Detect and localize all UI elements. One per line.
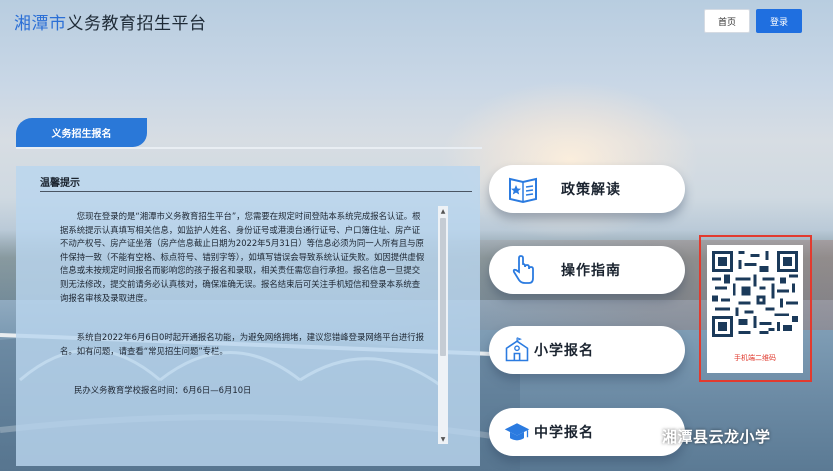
notice-paragraph: 您现在登录的是“湘潭市义务教育招生平台”，您需要在规定时间登陆本系统完成报名认证… xyxy=(60,211,425,303)
menu-label: 小学报名 xyxy=(534,343,594,359)
qr-caption: 手机端二维码 xyxy=(734,354,776,362)
wechat-watermark: 湘潭县云龙小学 xyxy=(634,424,830,448)
school-building-icon xyxy=(505,337,529,362)
notice-scrollbar[interactable]: ▲ ▼ xyxy=(438,206,448,444)
scrollbar-thumb[interactable] xyxy=(440,218,446,356)
qr-highlight-frame: 手机端二维码 xyxy=(699,235,812,382)
watermark-text: 湘潭县云龙小学 xyxy=(662,427,771,446)
logo-city: 湘潭市 xyxy=(14,14,67,34)
scroll-down-icon[interactable]: ▼ xyxy=(438,434,448,444)
notice-paragraph: 系统自2022年6月6日0时起开通报名功能，为避免网络拥堵，建议您错峰登录网络平… xyxy=(60,332,424,356)
menu-button-primary-school[interactable]: 小学报名 xyxy=(489,326,685,374)
menu-label: 中学报名 xyxy=(534,425,594,441)
qr-code-image[interactable] xyxy=(712,251,798,337)
menu-label: 操作指南 xyxy=(561,263,621,279)
scroll-up-icon[interactable]: ▲ xyxy=(438,206,448,216)
notice-scroll-content[interactable]: 您现在登录的是“湘潭市义务教育招生平台”，您需要在规定时间登陆本系统完成报名认证… xyxy=(60,210,426,460)
menu-button-policy[interactable]: 政策解读 xyxy=(489,165,685,213)
menu-button-guide[interactable]: 操作指南 xyxy=(489,246,685,294)
graduation-cap-icon xyxy=(504,423,530,441)
policy-book-star-icon xyxy=(509,177,537,204)
top-header: 湘潭市义务教育招生平台 首页 登录 xyxy=(0,0,833,42)
login-button[interactable]: 登录 xyxy=(756,9,802,33)
logo-platform-name: 义务教育招生平台 xyxy=(66,14,207,34)
notice-panel: 温馨提示 您现在登录的是“湘潭市义务教育招生平台”，您需要在规定时间登陆本系统完… xyxy=(16,166,480,466)
notice-paragraph: 民办义务教育学校报名时间：6月6日—6月10日 xyxy=(74,385,252,396)
section-tab-enrollment[interactable]: 义务招生报名 xyxy=(16,118,147,147)
hand-pointer-icon xyxy=(512,255,534,284)
notice-divider xyxy=(40,191,472,192)
site-logo-title[interactable]: 湘潭市义务教育招生平台 xyxy=(14,9,207,34)
qr-card: 手机端二维码 xyxy=(707,245,803,373)
notice-title: 温馨提示 xyxy=(40,178,80,189)
section-divider xyxy=(16,147,482,149)
home-button[interactable]: 首页 xyxy=(704,9,750,33)
wechat-icon xyxy=(634,427,655,444)
menu-label: 政策解读 xyxy=(561,182,621,198)
